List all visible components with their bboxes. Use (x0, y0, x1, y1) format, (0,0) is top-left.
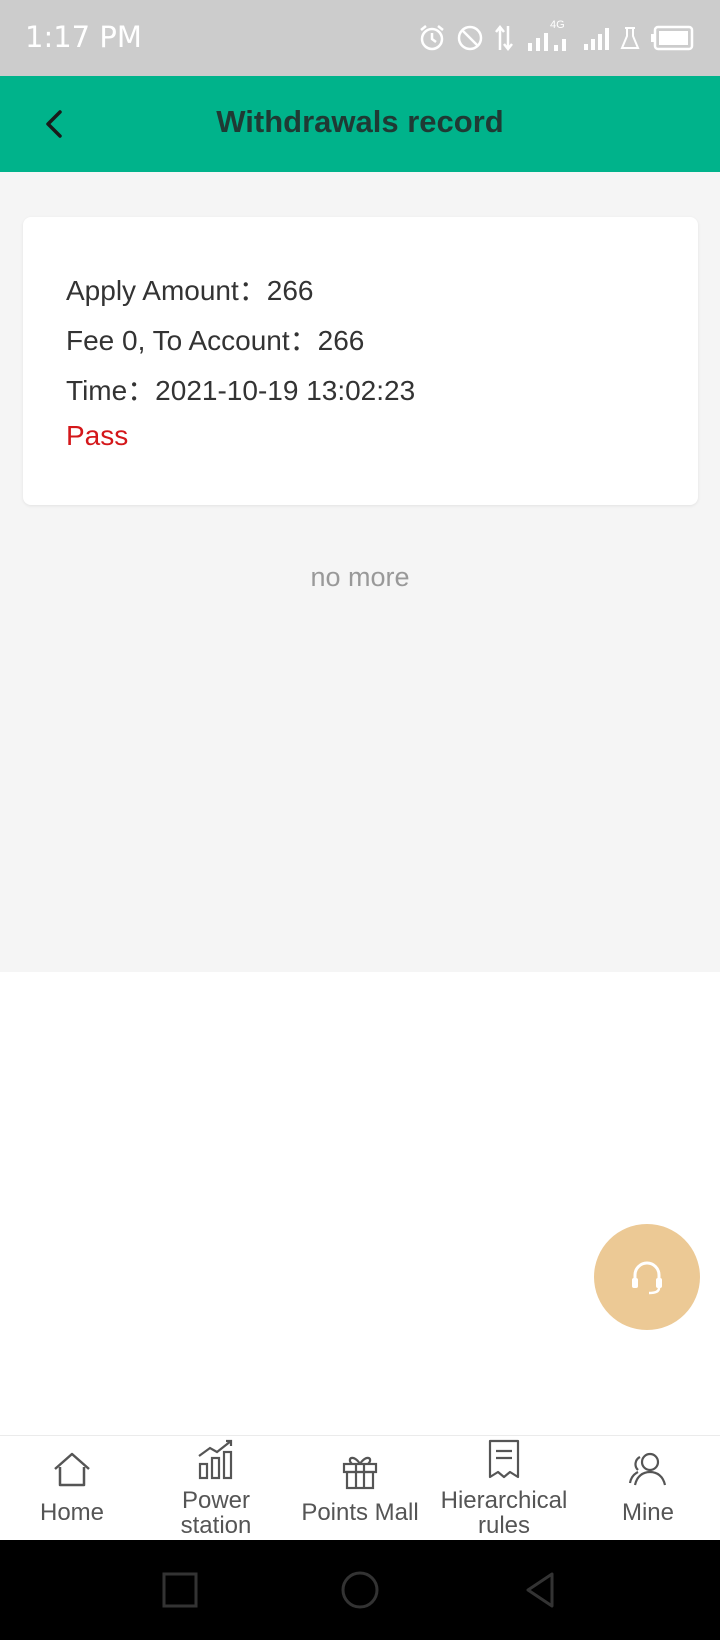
gift-icon (342, 1456, 378, 1490)
tab-hierarchical-rules-label: Hierarchical rules (432, 1488, 576, 1538)
tab-power-station-label: Power station (144, 1488, 288, 1538)
tab-hierarchical-rules[interactable]: Hierarchical rules (432, 1436, 576, 1540)
signal-4g: 4G (524, 19, 572, 53)
fee-account-text: Fee 0, To Account：266 (66, 325, 365, 356)
tab-power-station-label-text: Power station (180, 1487, 252, 1539)
tab-mine-label: Mine (621, 1499, 675, 1526)
headset-icon (632, 1261, 662, 1295)
signal-2-icon (584, 28, 609, 50)
tab-points-mall-label: Points Mall (301, 1499, 419, 1526)
app-header: Withdrawals record (0, 76, 720, 172)
home-nav-icon[interactable] (338, 1568, 382, 1612)
do-not-disturb-icon (457, 25, 483, 51)
status-badge: Pass (66, 420, 129, 451)
flask-icon (620, 27, 640, 49)
apply-amount-text: Apply Amount：266 (66, 275, 314, 306)
customer-service-button[interactable] (594, 1224, 700, 1330)
bottom-tab-bar: Home Power station Points Mall Hierarchi… (0, 1435, 720, 1540)
status-icons: 4G (418, 19, 694, 54)
tab-points-mall[interactable]: Points Mall (288, 1436, 432, 1540)
recents-icon[interactable] (158, 1568, 202, 1612)
back-nav-icon[interactable] (518, 1568, 562, 1612)
battery-icon (651, 25, 694, 51)
record-time-text: Time：2021-10-19 13:02:23 (66, 375, 416, 406)
data-transfer-icon (495, 24, 513, 52)
withdrawal-record-card[interactable]: Apply Amount：266 Fee 0, To Account：266 T… (23, 217, 698, 505)
tab-power-station[interactable]: Power station (144, 1436, 288, 1540)
signal-icon (528, 33, 566, 51)
user-icon (628, 1452, 667, 1486)
tab-hierarchical-rules-label-text: Hierarchical rules (440, 1487, 568, 1539)
document-icon (488, 1439, 520, 1479)
status-bar: 1:17 PM 4G (0, 0, 720, 76)
content-area: Apply Amount：266 Fee 0, To Account：266 T… (0, 172, 720, 972)
chart-icon (198, 1439, 233, 1480)
tab-home[interactable]: Home (0, 1436, 144, 1540)
home-icon (54, 1452, 90, 1487)
page-title: Withdrawals record (216, 104, 504, 139)
tab-home-label: Home (39, 1499, 105, 1526)
system-navigation-bar (0, 1540, 720, 1640)
alarm-icon (420, 25, 444, 51)
tab-mine[interactable]: Mine (576, 1436, 720, 1540)
list-end-text: no more (310, 562, 410, 592)
status-time: 1:17 PM (25, 20, 142, 54)
